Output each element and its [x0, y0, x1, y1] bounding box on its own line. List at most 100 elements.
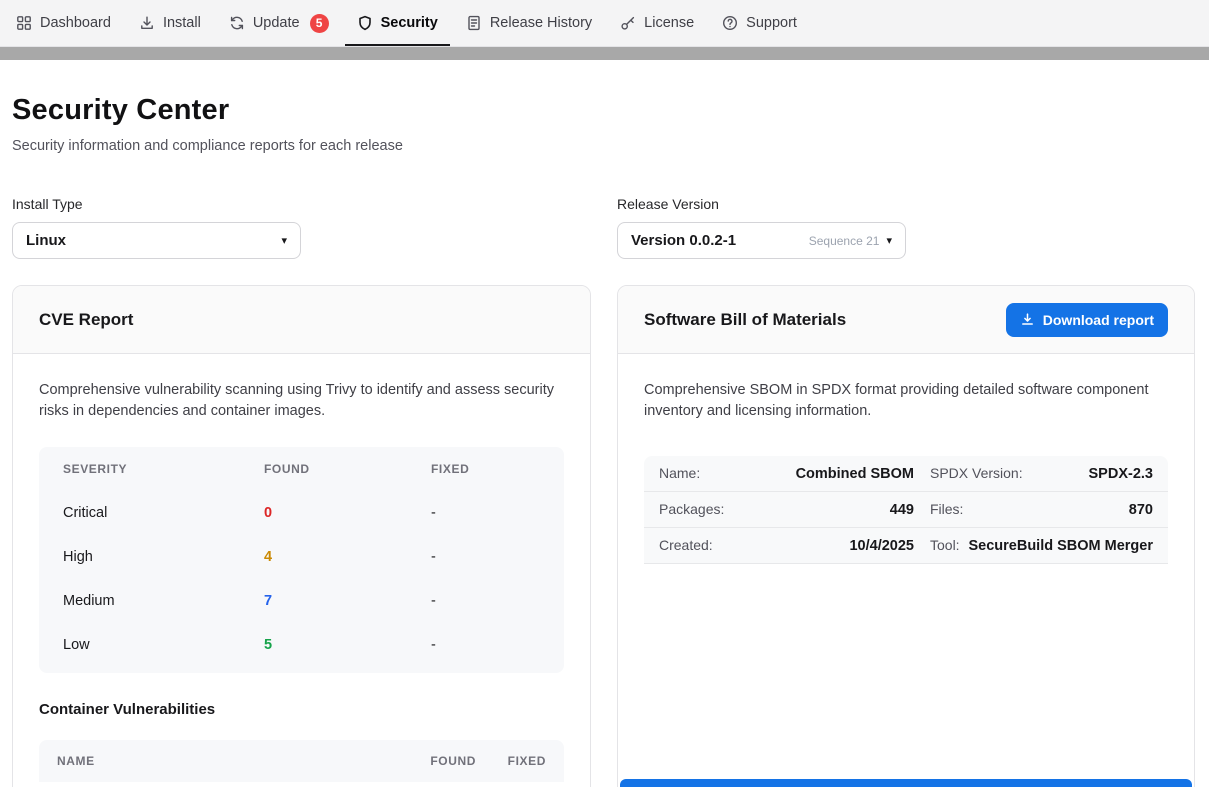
nav-label: Release History — [490, 15, 592, 31]
nav-item-install[interactable]: Install — [125, 0, 215, 46]
top-navigation: Dashboard Install Update 5 Security Rele… — [0, 0, 1209, 47]
detail-label: Created: — [659, 537, 713, 553]
detail-value: 10/4/2025 — [849, 538, 914, 554]
release-version-select[interactable]: Version 0.0.2-1 Sequence 21 ▾ — [617, 222, 906, 259]
severity-label: Critical — [63, 505, 264, 521]
table-row: Critical 0 - — [39, 491, 564, 535]
document-icon — [466, 15, 482, 31]
download-report-label: Download report — [1043, 312, 1154, 328]
col-name: NAME — [57, 754, 396, 768]
sbom-card: Software Bill of Materials Download repo… — [617, 285, 1195, 787]
col-fixed: FIXED — [431, 462, 540, 476]
severity-label: Medium — [63, 593, 264, 609]
severity-label: High — [63, 549, 264, 565]
sbom-details-table: Name: Combined SBOM SPDX Version: SPDX-2… — [644, 456, 1168, 564]
found-count: 7 — [264, 593, 431, 609]
nav-label: Dashboard — [40, 15, 111, 31]
page-subtitle: Security information and compliance repo… — [12, 138, 1195, 154]
col-found: FOUND — [264, 462, 431, 476]
detail-label: Name: — [659, 465, 700, 481]
help-circle-icon — [722, 15, 738, 31]
detail-value: 870 — [1129, 502, 1153, 518]
install-type-select[interactable]: Linux ▾ — [12, 222, 301, 259]
main-content: Security Center Security information and… — [0, 60, 1209, 787]
container-vulnerabilities-title: Container Vulnerabilities — [39, 701, 564, 718]
nav-label: Support — [746, 15, 797, 31]
nav-item-security[interactable]: Security — [343, 0, 452, 46]
severity-table: SEVERITY FOUND FIXED Critical 0 - High 4… — [39, 447, 564, 673]
key-icon — [620, 15, 636, 31]
install-type-value: Linux — [26, 232, 66, 249]
install-type-group: Install Type Linux ▾ — [12, 196, 591, 259]
divider-strip — [0, 47, 1209, 60]
download-report-button[interactable]: Download report — [1006, 303, 1168, 337]
detail-label: Tool: — [930, 537, 960, 553]
col-fixed: FIXED — [476, 754, 546, 768]
found-count: 4 — [264, 549, 431, 565]
cve-description: Comprehensive vulnerability scanning usi… — [39, 380, 564, 423]
table-row: Name: Combined SBOM SPDX Version: SPDX-2… — [644, 456, 1168, 492]
filters-row: Install Type Linux ▾ Release Version Ver… — [12, 196, 1195, 259]
nav-label: Install — [163, 15, 201, 31]
severity-label: Low — [63, 637, 264, 653]
detail-value: 449 — [890, 502, 914, 518]
release-version-group: Release Version Version 0.0.2-1 Sequence… — [617, 196, 1195, 259]
nav-item-release-history[interactable]: Release History — [452, 0, 606, 46]
nav-label: Security — [381, 15, 438, 31]
detail-label: Packages: — [659, 501, 724, 517]
detail-pair: Name: Combined SBOM — [659, 465, 914, 482]
sbom-card-body: Comprehensive SBOM in SPDX format provid… — [618, 354, 1194, 590]
table-row: Medium 7 - — [39, 579, 564, 623]
nav-item-support[interactable]: Support — [708, 0, 811, 46]
container-vuln-table-header: NAME FOUND FIXED — [39, 740, 564, 782]
shield-icon — [357, 15, 373, 31]
col-severity: SEVERITY — [63, 462, 264, 476]
cards-row: CVE Report Comprehensive vulnerability s… — [12, 285, 1195, 787]
grid-icon — [16, 15, 32, 31]
detail-pair: Created: 10/4/2025 — [659, 537, 914, 554]
detail-value: SecureBuild SBOM Merger — [968, 538, 1153, 554]
install-type-label: Install Type — [12, 196, 591, 212]
release-version-label: Release Version — [617, 196, 1195, 212]
detail-pair: Packages: 449 — [659, 501, 914, 518]
sequence-hint: Sequence 21 — [809, 234, 880, 248]
severity-table-header: SEVERITY FOUND FIXED — [39, 447, 564, 491]
col-found: FOUND — [396, 754, 476, 768]
nav-item-dashboard[interactable]: Dashboard — [2, 0, 125, 46]
fixed-count: - — [431, 505, 540, 521]
fixed-count: - — [431, 593, 540, 609]
nav-label: License — [644, 15, 694, 31]
release-version-value: Version 0.0.2-1 — [631, 232, 736, 249]
refresh-icon — [229, 15, 245, 31]
nav-label: Update — [253, 15, 300, 31]
partially-visible-element — [620, 779, 1192, 787]
detail-pair: Files: 870 — [930, 501, 1153, 518]
sbom-description: Comprehensive SBOM in SPDX format provid… — [644, 380, 1168, 423]
table-row: Packages: 449 Files: 870 — [644, 492, 1168, 528]
download-icon — [139, 15, 155, 31]
found-count: 5 — [264, 637, 431, 653]
detail-label: Files: — [930, 501, 963, 517]
sbom-card-title: Software Bill of Materials — [644, 310, 846, 330]
nav-item-update[interactable]: Update 5 — [215, 0, 343, 46]
detail-label: SPDX Version: — [930, 465, 1023, 481]
detail-pair: Tool: SecureBuild SBOM Merger — [930, 537, 1153, 554]
chevron-down-icon: ▾ — [886, 234, 892, 247]
table-row: High 4 - — [39, 535, 564, 579]
page-title: Security Center — [12, 94, 1195, 127]
cve-report-card: CVE Report Comprehensive vulnerability s… — [12, 285, 591, 787]
nav-item-license[interactable]: License — [606, 0, 708, 46]
table-row: Created: 10/4/2025 Tool: SecureBuild SBO… — [644, 528, 1168, 564]
fixed-count: - — [431, 549, 540, 565]
found-count: 0 — [264, 505, 431, 521]
fixed-count: - — [431, 637, 540, 653]
cve-card-title: CVE Report — [39, 310, 133, 330]
detail-value: SPDX-2.3 — [1089, 466, 1153, 482]
table-row: Low 5 - — [39, 623, 564, 667]
update-count-badge: 5 — [310, 14, 329, 33]
cve-card-body: Comprehensive vulnerability scanning usi… — [13, 354, 590, 787]
sbom-card-header: Software Bill of Materials Download repo… — [618, 286, 1194, 354]
detail-pair: SPDX Version: SPDX-2.3 — [930, 465, 1153, 482]
chevron-down-icon: ▾ — [281, 234, 287, 247]
detail-value: Combined SBOM — [796, 466, 914, 482]
